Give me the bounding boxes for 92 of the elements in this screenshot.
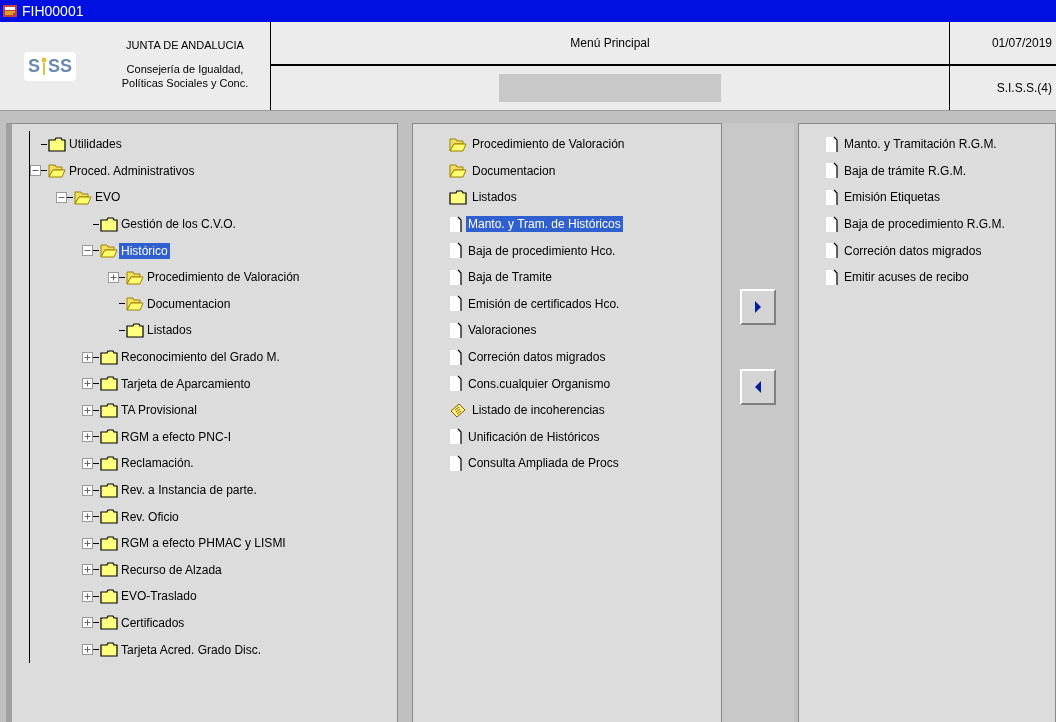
date-label: 01/07/2019 [991, 36, 1052, 50]
tree-item[interactable]: RGM a efecto PNC-I [119, 428, 234, 445]
remove-button[interactable] [740, 369, 776, 405]
menu-item[interactable]: Procedimiento de Valoración [470, 136, 627, 153]
tree-item[interactable]: Procedimiento de Valoración [145, 269, 302, 286]
notepad-icon [449, 401, 467, 419]
menu-item[interactable]: Correción datos migrados [466, 349, 608, 366]
open-folder-icon [449, 136, 467, 152]
tree-item[interactable]: EVO [93, 189, 123, 206]
menu-item[interactable]: Manto. y Tramitación R.G.M. [842, 136, 999, 153]
tree-item[interactable]: Reclamación. [119, 455, 196, 472]
tree-item[interactable]: Listados [145, 322, 194, 339]
tree-item[interactable]: Rev. Oficio [119, 508, 181, 525]
menu-item[interactable]: Baja de procedimiento R.G.M. [842, 216, 1007, 233]
document-icon [449, 321, 463, 339]
add-button[interactable] [740, 289, 776, 325]
document-icon [449, 295, 463, 313]
open-folder-icon [48, 163, 66, 179]
folder-icon [449, 190, 467, 205]
expand-toggle[interactable] [82, 378, 93, 390]
menu-item[interactable]: Documentacion [470, 162, 558, 179]
tree-item[interactable]: Utilidades [67, 136, 124, 153]
document-icon [449, 454, 463, 472]
collapse-toggle[interactable] [30, 165, 41, 177]
open-folder-icon [74, 190, 92, 205]
tree-item[interactable]: Gestión de los C.V.O. [119, 216, 238, 233]
document-icon [449, 375, 463, 393]
expand-toggle[interactable] [82, 564, 93, 576]
expand-toggle[interactable] [82, 404, 93, 416]
left-triangle-icon [754, 381, 762, 393]
document-icon [449, 428, 463, 446]
expand-toggle[interactable] [82, 537, 93, 549]
tree-item[interactable]: Recurso de Alzada [119, 561, 224, 578]
expand-toggle[interactable] [108, 271, 119, 283]
expand-toggle[interactable] [82, 351, 93, 363]
tree-item[interactable]: Rev. a Instancia de parte. [119, 482, 259, 498]
tree-item[interactable]: Reconocimiento del Grado M. [119, 349, 282, 366]
menu-item[interactable]: Baja de procedimiento Hco. [466, 242, 618, 259]
organization-name: JUNTA DE ANDALUCIA [126, 38, 244, 52]
menu-item[interactable]: Baja de Tramite [466, 269, 555, 286]
open-folder-icon [126, 296, 144, 312]
document-icon [449, 268, 463, 286]
document-icon [449, 348, 463, 366]
menu-item[interactable]: Emisión Etiquetas [842, 189, 943, 206]
logo: S SS [24, 51, 76, 81]
department-name: Consejería de Igualdad, [126, 62, 244, 76]
menu-item[interactable]: Valoraciones [466, 322, 539, 339]
tree-item[interactable]: EVO-Traslado [119, 588, 199, 605]
expand-toggle[interactable] [82, 590, 93, 602]
document-icon [449, 215, 463, 233]
open-folder-icon [126, 269, 144, 285]
expand-toggle[interactable] [82, 484, 93, 496]
menu-item[interactable]: Listados [470, 189, 519, 206]
menu-item[interactable]: Listado de incoherencias [470, 402, 607, 419]
menu-item[interactable]: Emitir acuses de recibo [842, 269, 971, 286]
menu-item[interactable]: Correción datos migrados [842, 242, 984, 259]
document-icon [825, 135, 839, 153]
tree-item[interactable]: Certificados [119, 615, 187, 631]
open-folder-icon [449, 163, 467, 179]
menu-item[interactable]: Cons.cualquier Organismo [466, 375, 613, 392]
expand-toggle[interactable] [82, 431, 93, 443]
menu-item[interactable]: Unificación de Históricos [466, 428, 602, 445]
expand-toggle[interactable] [82, 457, 93, 469]
app-icon [2, 3, 18, 19]
tree-item[interactable]: Documentacion [145, 295, 233, 312]
menu-item[interactable]: Baja de trámite R.G.M. [842, 162, 969, 179]
menu-item[interactable]: Manto. y Tram. de Históricos [466, 216, 623, 233]
expand-toggle[interactable] [82, 644, 93, 656]
tree-item[interactable]: RGM a efecto PHMAC y LISMI [119, 535, 288, 552]
menu-item[interactable]: Consulta Ampliada de Procs [466, 455, 621, 472]
collapse-toggle[interactable] [82, 245, 93, 257]
collapse-toggle[interactable] [56, 192, 67, 203]
open-folder-icon [100, 243, 118, 259]
document-icon [825, 215, 839, 233]
document-icon [825, 268, 839, 286]
tree-item[interactable]: Proced. Administrativos [67, 162, 197, 179]
document-icon [825, 242, 839, 260]
document-icon [449, 242, 463, 260]
menu-title: Menú Principal [570, 36, 650, 50]
right-triangle-icon [754, 301, 762, 313]
department-name: Políticas Sociales y Conc. [121, 76, 249, 90]
document-icon [825, 189, 839, 206]
tree-item[interactable]: Tarjeta de Aparcamiento [119, 375, 253, 392]
document-icon [825, 162, 839, 180]
menu-item[interactable]: Emisión de certificados Hco. [466, 295, 622, 312]
expand-toggle[interactable] [82, 511, 93, 523]
tree-item[interactable]: Histórico [119, 242, 170, 259]
tree-item[interactable]: Tarjeta Acred. Grado Disc. [119, 641, 264, 658]
tree-item[interactable]: TA Provisional [119, 402, 199, 419]
system-label: S.I.S.S.(4) [996, 81, 1052, 95]
expand-toggle[interactable] [82, 617, 93, 629]
window-title: FIH00001 [22, 3, 84, 19]
